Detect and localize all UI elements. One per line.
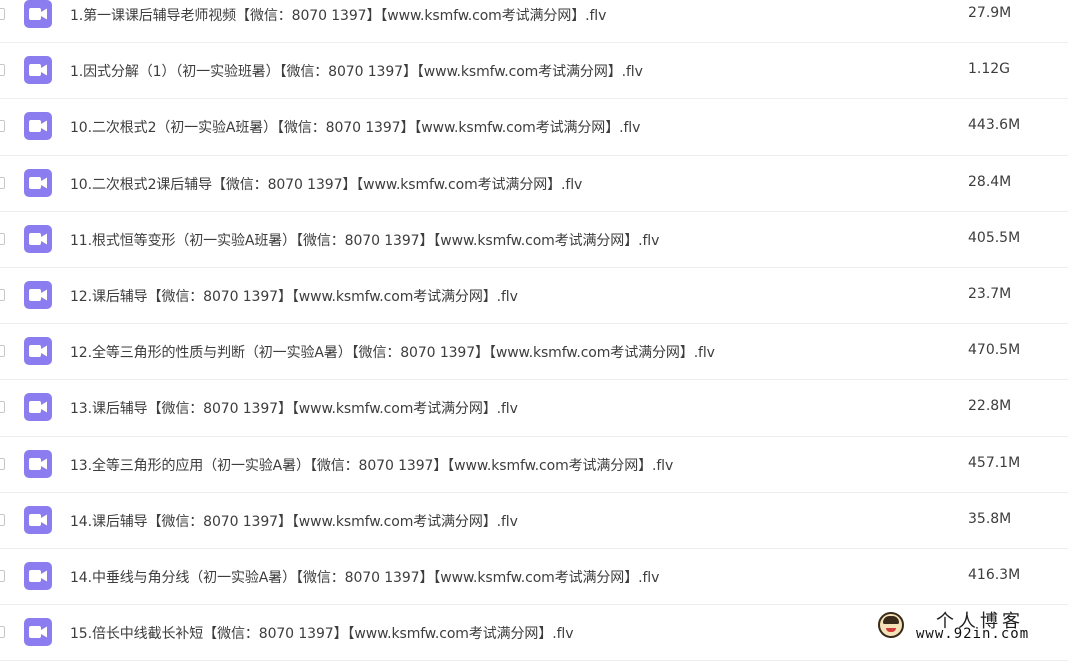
file-name[interactable]: 13.全等三角形的应用（初一实验A暑）【微信：8070 1397】【www.ks…	[70, 455, 673, 475]
file-row[interactable]: 13.全等三角形的应用（初一实验A暑）【微信：8070 1397】【www.ks…	[0, 437, 1068, 493]
file-size: 470.5M	[968, 342, 1021, 359]
file-size: 416.3M	[968, 566, 1021, 583]
file-size: 457.1M	[968, 454, 1021, 471]
row-checkbox[interactable]	[0, 345, 5, 358]
file-size: 35.8M	[968, 510, 1012, 527]
file-size: 27.9M	[968, 5, 1012, 21]
file-row[interactable]: 14.中垂线与角分线（初一实验A暑）【微信：8070 1397】【www.ksm…	[0, 549, 1068, 606]
file-size: 443.6M	[968, 117, 1021, 134]
video-file-icon	[24, 56, 52, 85]
video-file-icon	[24, 618, 52, 647]
row-checkbox[interactable]	[0, 120, 5, 133]
file-name[interactable]: 11.根式恒等变形（初一实验A班暑）【微信：8070 1397】【www.ksm…	[70, 230, 659, 250]
row-checkbox[interactable]	[0, 232, 5, 245]
video-file-icon	[24, 280, 52, 309]
avatar-icon	[878, 612, 904, 638]
video-file-icon	[24, 112, 52, 141]
watermark: 个人博客 www.92in.com	[874, 606, 1064, 646]
file-name[interactable]: 10.二次根式2（初一实验A班暑）【微信：8070 1397】【www.ksmf…	[70, 117, 640, 137]
row-checkbox[interactable]	[0, 626, 5, 639]
video-file-icon	[24, 168, 52, 197]
video-file-icon	[24, 449, 52, 478]
video-file-icon	[24, 393, 52, 422]
row-checkbox[interactable]	[0, 176, 5, 189]
file-name[interactable]: 1.第一课课后辅导老师视频【微信：8070 1397】【www.ksmfw.co…	[70, 5, 606, 25]
file-name[interactable]: 12.全等三角形的性质与判断（初一实验A暑）【微信：8070 1397】【www…	[70, 342, 715, 362]
file-size: 22.8M	[968, 398, 1012, 415]
file-row[interactable]: 1.第一课课后辅导老师视频【微信：8070 1397】【www.ksmfw.co…	[0, 0, 1068, 44]
file-row[interactable]: 10.二次根式2课后辅导【微信：8070 1397】【www.ksmfw.com…	[0, 156, 1068, 212]
file-name[interactable]: 14.中垂线与角分线（初一实验A暑）【微信：8070 1397】【www.ksm…	[70, 567, 659, 587]
video-file-icon	[24, 0, 52, 28]
video-file-icon	[24, 337, 52, 366]
file-row[interactable]: 12.全等三角形的性质与判断（初一实验A暑）【微信：8070 1397】【www…	[0, 324, 1068, 381]
row-checkbox[interactable]	[0, 457, 5, 470]
row-checkbox[interactable]	[0, 64, 5, 77]
file-name[interactable]: 10.二次根式2课后辅导【微信：8070 1397】【www.ksmfw.com…	[70, 174, 582, 194]
video-file-icon	[24, 505, 52, 534]
video-file-icon	[24, 561, 52, 590]
file-size: 405.5M	[968, 229, 1021, 246]
row-checkbox[interactable]	[0, 513, 5, 526]
file-name[interactable]: 15.倍长中线截长补短【微信：8070 1397】【www.ksmfw.com考…	[70, 623, 573, 643]
row-checkbox[interactable]	[0, 569, 5, 582]
file-row[interactable]: 11.根式恒等变形（初一实验A班暑）【微信：8070 1397】【www.ksm…	[0, 212, 1068, 268]
file-name[interactable]: 12.课后辅导【微信：8070 1397】【www.ksmfw.com考试满分网…	[70, 286, 518, 306]
file-name[interactable]: 14.课后辅导【微信：8070 1397】【www.ksmfw.com考试满分网…	[70, 511, 518, 531]
row-checkbox[interactable]	[0, 8, 5, 20]
file-name[interactable]: 13.课后辅导【微信：8070 1397】【www.ksmfw.com考试满分网…	[70, 398, 518, 418]
file-size: 1.12G	[968, 61, 1011, 78]
row-checkbox[interactable]	[0, 401, 5, 414]
file-size: 28.4M	[968, 173, 1012, 190]
watermark-url: www.92in.com	[916, 626, 1030, 642]
file-row[interactable]: 14.课后辅导【微信：8070 1397】【www.ksmfw.com考试满分网…	[0, 493, 1068, 549]
row-checkbox[interactable]	[0, 288, 5, 301]
video-file-icon	[24, 224, 52, 253]
file-row[interactable]: 1.因式分解（1）（初一实验班暑）【微信：8070 1397】【www.ksmf…	[0, 43, 1068, 100]
file-row[interactable]: 13.课后辅导【微信：8070 1397】【www.ksmfw.com考试满分网…	[0, 380, 1068, 437]
file-list: 1.第一课课后辅导老师视频【微信：8070 1397】【www.ksmfw.co…	[0, 0, 1068, 661]
file-row[interactable]: 10.二次根式2（初一实验A班暑）【微信：8070 1397】【www.ksmf…	[0, 99, 1068, 156]
file-row[interactable]: 12.课后辅导【微信：8070 1397】【www.ksmfw.com考试满分网…	[0, 268, 1068, 325]
file-size: 23.7M	[968, 285, 1012, 302]
file-name[interactable]: 1.因式分解（1）（初一实验班暑）【微信：8070 1397】【www.ksmf…	[70, 61, 643, 81]
